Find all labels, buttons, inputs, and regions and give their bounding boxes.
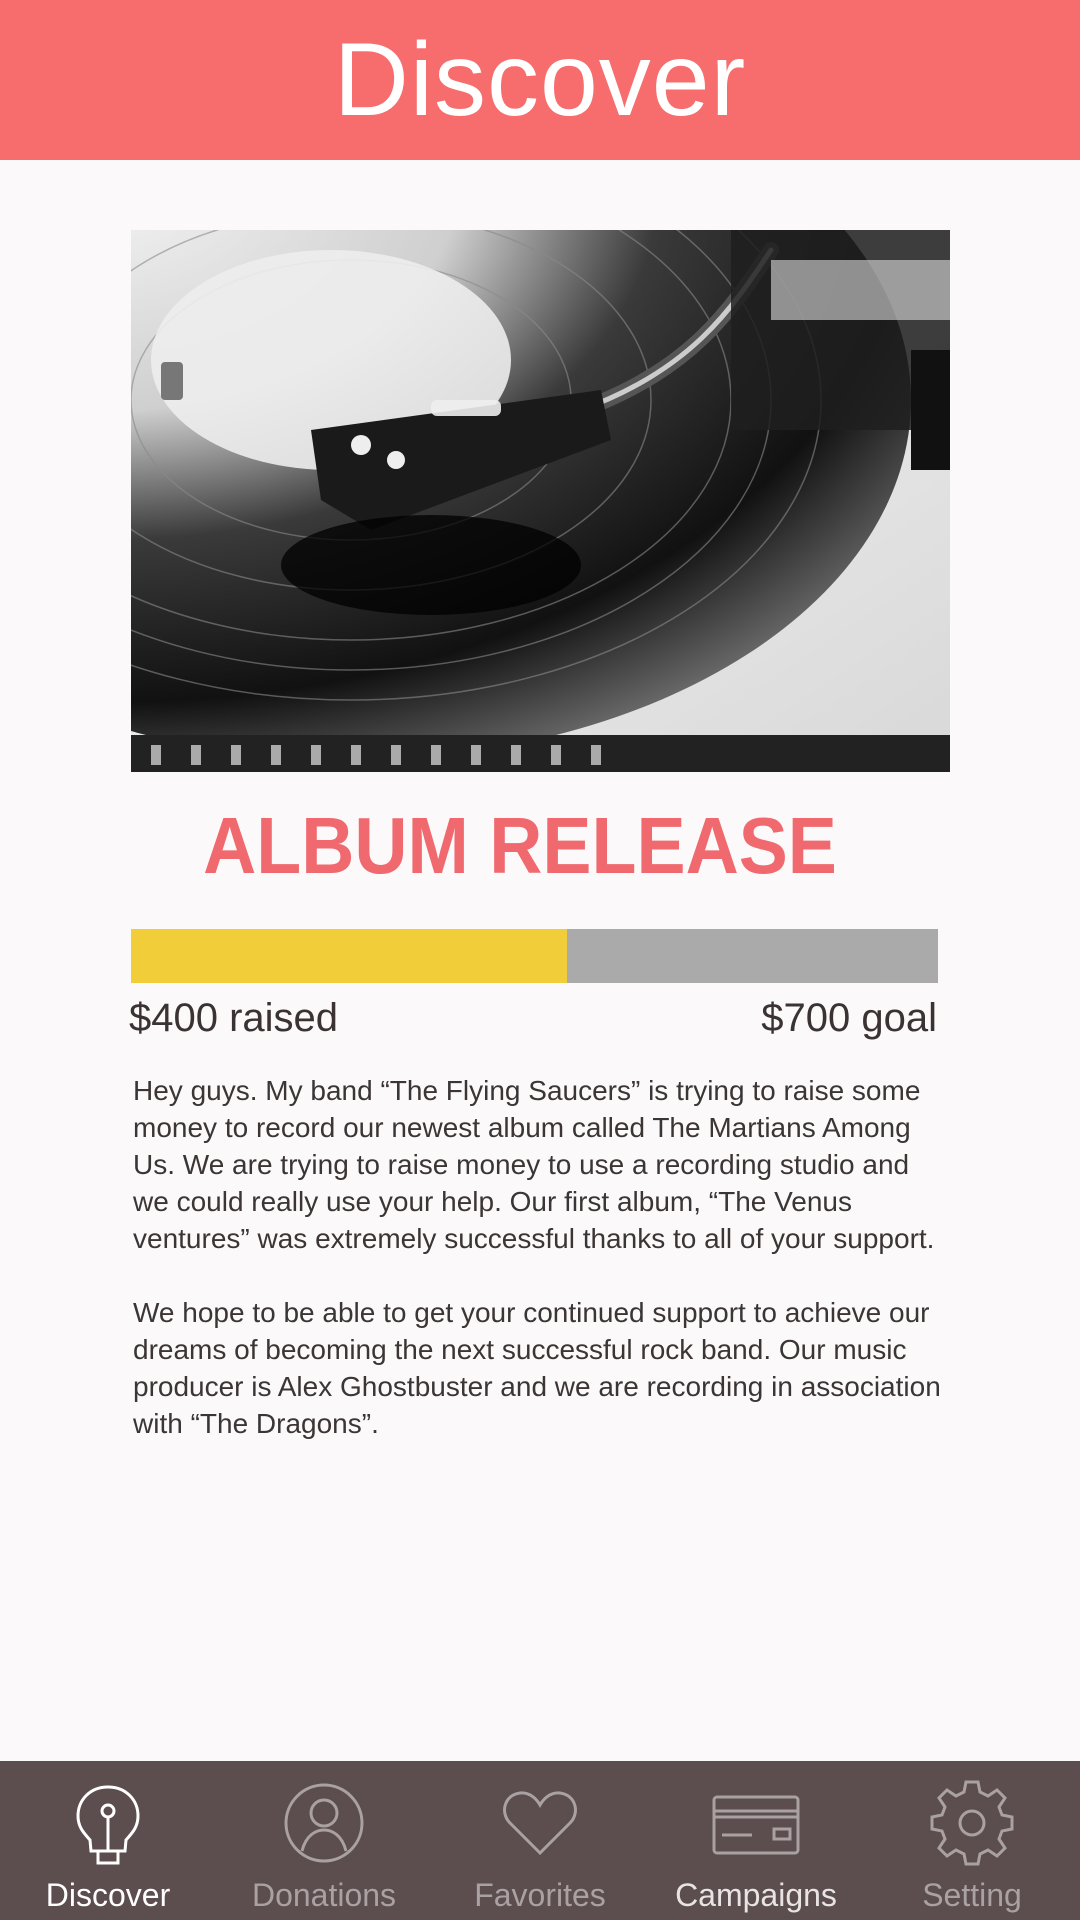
tab-donations[interactable]: Donations (216, 1761, 432, 1920)
lightbulb-icon (76, 1785, 140, 1865)
bottom-tab-bar: Discover Donations Favorites Campaigns S… (0, 1761, 1080, 1920)
amount-raised: $400 raised (129, 996, 339, 1040)
tab-label: Favorites (474, 1877, 606, 1913)
description-paragraph: We hope to be able to get your continued… (133, 1297, 941, 1439)
tab-label: Donations (251, 1877, 397, 1913)
amount-goal: $700 goal (761, 996, 937, 1040)
app-header: Discover (0, 0, 1080, 160)
tab-label: Setting (922, 1877, 1022, 1913)
campaign-image-turntable (131, 230, 950, 772)
campaign-description: Hey guys. My band “The Flying Saucers” i… (133, 1072, 948, 1479)
credit-card-icon (712, 1795, 800, 1855)
heart-icon (503, 1791, 577, 1856)
tab-campaigns[interactable]: Campaigns (648, 1761, 864, 1920)
gear-icon (930, 1780, 1014, 1866)
tab-setting[interactable]: Setting (864, 1761, 1080, 1920)
funding-progress-bar (131, 929, 938, 983)
tab-favorites[interactable]: Favorites (432, 1761, 648, 1920)
page-title: Discover (333, 22, 747, 138)
tab-discover[interactable]: Discover (0, 1761, 216, 1920)
user-icon (284, 1783, 364, 1863)
campaign-title: ALBUM RELEASE (203, 801, 837, 890)
tab-label: Campaigns (675, 1877, 837, 1913)
tab-label: Discover (45, 1877, 171, 1913)
funding-progress-fill (131, 929, 567, 983)
description-paragraph: Hey guys. My band “The Flying Saucers” i… (133, 1075, 935, 1254)
